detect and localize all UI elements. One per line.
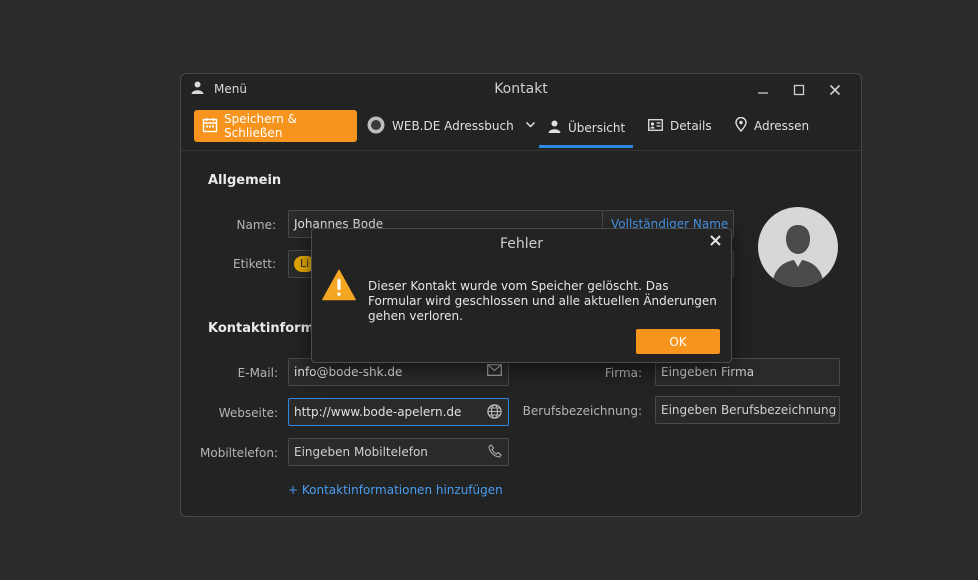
- tab-details[interactable]: Details: [648, 110, 712, 142]
- website-label: Webseite:: [218, 406, 278, 420]
- dialog-close-icon[interactable]: [710, 234, 721, 250]
- avatar[interactable]: [758, 207, 838, 287]
- tab-overview[interactable]: Übersicht: [539, 110, 633, 148]
- save-calendar-icon: [202, 117, 218, 136]
- tab-overview-label: Übersicht: [568, 120, 626, 135]
- add-contact-info-link[interactable]: + Kontaktinformationen hinzufügen: [288, 483, 503, 497]
- label-label: Etikett:: [233, 257, 276, 271]
- dialog-title: Fehler: [499, 236, 544, 252]
- name-label: Name:: [236, 218, 276, 232]
- job-title-placeholder: Eingeben Berufsbezeichnung: [661, 403, 837, 417]
- email-value: info@bode-shk.de: [294, 365, 403, 379]
- chevron-down-icon: [525, 119, 536, 133]
- addressbook-icon: [367, 116, 385, 137]
- addressbook-label: WEB.DE Adressbuch: [392, 119, 514, 133]
- company-label: Firma:: [604, 366, 642, 380]
- dialog-message: Dieser Kontakt wurde vom Speicher gelösc…: [368, 279, 717, 323]
- title-bar: Menü Kontakt: [181, 74, 861, 106]
- job-title-field[interactable]: Eingeben Berufsbezeichnung: [655, 396, 840, 424]
- addressbook-dropdown[interactable]: WEB.DE Adressbuch: [367, 110, 536, 142]
- website-value: http://www.bode-apelern.de: [294, 405, 462, 419]
- save-close-label: Speichern & Schließen: [224, 112, 298, 140]
- save-close-button[interactable]: Speichern & Schließen: [194, 110, 357, 142]
- website-field[interactable]: http://www.bode-apelern.de: [288, 398, 509, 426]
- email-label: E-Mail:: [237, 366, 278, 380]
- map-pin-icon: [735, 116, 747, 135]
- mobile-placeholder: Eingeben Mobiltelefon: [294, 445, 428, 459]
- toolbar: Speichern & Schließen WEB.DE Adressbuch …: [181, 108, 861, 151]
- maximize-icon[interactable]: [781, 79, 817, 101]
- mobile-field[interactable]: Eingeben Mobiltelefon: [288, 438, 509, 466]
- phone-icon: [488, 444, 502, 461]
- tab-addresses[interactable]: Adressen: [735, 110, 809, 142]
- tab-details-label: Details: [670, 119, 712, 133]
- person-silhouette-icon: [772, 225, 824, 287]
- general-heading: Allgemein: [208, 173, 282, 188]
- company-placeholder: Eingeben Firma: [661, 365, 755, 379]
- mobile-label: Mobiltelefon:: [200, 446, 278, 460]
- person-icon: [548, 120, 561, 136]
- tab-addresses-label: Adressen: [754, 119, 810, 133]
- ok-button[interactable]: OK: [636, 329, 720, 354]
- id-card-icon: [648, 118, 663, 134]
- job-title-label: Berufsbezeichnung:: [522, 404, 642, 418]
- warning-icon: [322, 269, 356, 304]
- close-icon[interactable]: [817, 79, 853, 101]
- error-dialog: Fehler Dieser Kontakt wurde vom Speicher…: [311, 228, 732, 363]
- minimize-icon[interactable]: [745, 79, 781, 101]
